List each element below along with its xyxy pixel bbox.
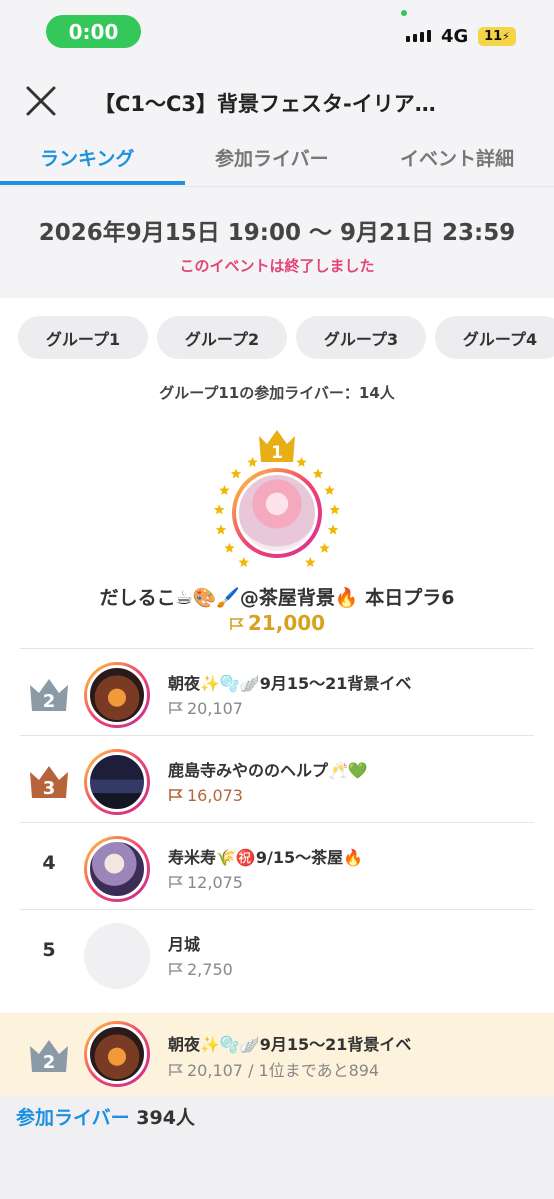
avatar[interactable]: [84, 662, 150, 728]
tab-bar: ランキング 参加ライバー イベント詳細: [0, 140, 554, 186]
liver-name: 鹿島寺みやののヘルプ🥂💚: [168, 761, 368, 780]
active-tab-indicator: [0, 181, 185, 185]
liver-points: 2,750: [168, 960, 233, 979]
flag-icon: [169, 963, 183, 975]
network-type: 4G: [441, 26, 469, 47]
participant-summary: 参加ライバー 394人: [16, 1103, 195, 1130]
flag-icon: [169, 702, 183, 714]
liver-points: 16,073: [168, 786, 243, 805]
liver-name: 月城: [168, 935, 201, 954]
silver-crown-icon: 2: [30, 679, 68, 712]
rank-number: 4: [42, 852, 56, 874]
page-title: 【C1〜C3】背景フェスタ-イリア…: [94, 92, 436, 116]
tab-event-details[interactable]: イベント詳細: [400, 144, 514, 171]
flag-icon: [230, 618, 244, 630]
my-ranking-row[interactable]: 2 朝夜✨🫧🪽9月15〜21背景イベ 20,107 / 1位まであと894: [0, 1013, 554, 1095]
liver-points: 20,107: [168, 699, 243, 718]
status-bar: 0:00 4G 11 ⚡: [0, 0, 554, 64]
battery-icon: 11 ⚡: [478, 27, 516, 46]
group-selector[interactable]: グループ1 グループ2 グループ3 グループ4: [18, 316, 554, 360]
ranking-row[interactable]: 4 寿米寿🌾㊗️9/15〜茶屋🔥 12,075: [0, 822, 554, 909]
group-chip-4[interactable]: グループ4: [435, 316, 554, 359]
avatar-placeholder[interactable]: [84, 923, 150, 989]
close-button[interactable]: [24, 84, 58, 118]
bronze-crown-icon: 3: [30, 766, 68, 799]
close-icon: [26, 86, 56, 116]
svg-text:2: 2: [43, 1052, 56, 1073]
event-dates: 2026年9月15日 19:00 〜 9月21日 23:59: [38, 220, 516, 246]
first-place-name: だしるこ☕🎨🖌️@茶屋背景🔥 本日プラ6: [99, 587, 455, 609]
first-place[interactable]: 1 だしるこ☕🎨🖌️@茶屋背景🔥 本日プラ6 21,000: [0, 428, 554, 638]
my-name: 朝夜✨🫧🪽9月15〜21背景イベ: [168, 1035, 412, 1054]
flag-icon: [169, 1064, 183, 1076]
event-period: 2026年9月15日 19:00 〜 9月21日 23:59 このイベントは終了…: [0, 186, 554, 298]
participants-link[interactable]: 参加ライバー: [16, 1107, 130, 1129]
group-chip-2[interactable]: グループ2: [157, 316, 287, 359]
battery-level: 11: [484, 29, 503, 44]
liver-name: 寿米寿🌾㊗️9/15〜茶屋🔥: [168, 848, 364, 867]
gold-crown-icon: 1: [259, 430, 295, 463]
first-place-points: 21,000: [0, 611, 554, 635]
avatar[interactable]: [84, 1021, 150, 1087]
svg-text:2: 2: [43, 691, 56, 712]
signal-icon: [406, 30, 431, 42]
silver-crown-icon: 2: [30, 1040, 68, 1073]
ranking-row[interactable]: 5 月城 2,750: [0, 909, 554, 996]
avatar[interactable]: [84, 836, 150, 902]
status-time: 0:00: [46, 15, 141, 48]
participant-count: 394人: [136, 1107, 195, 1129]
group-participant-count: グループ11の参加ライバー：14人: [159, 384, 395, 402]
tab-participants[interactable]: 参加ライバー: [215, 144, 329, 171]
header: 【C1〜C3】背景フェスタ-イリア… ランキング 参加ライバー イベント詳細: [0, 64, 554, 186]
ranking-panel: グループ1 グループ2 グループ3 グループ4 グループ11の参加ライバー：14…: [0, 298, 554, 1095]
flag-icon: [169, 876, 183, 888]
svg-text:3: 3: [43, 778, 56, 799]
avatar[interactable]: [84, 749, 150, 815]
rank-number: 5: [42, 939, 56, 961]
first-place-avatar[interactable]: [232, 468, 322, 558]
liver-points: 12,075: [168, 873, 243, 892]
liver-name: 朝夜✨🫧🪽9月15〜21背景イベ: [168, 674, 412, 693]
group-chip-1[interactable]: グループ1: [18, 316, 148, 359]
my-points: 20,107 / 1位まであと894: [168, 1057, 379, 1081]
svg-text:1: 1: [271, 443, 283, 463]
flag-icon: [169, 789, 183, 801]
event-ended-notice: このイベントは終了しました: [179, 257, 375, 275]
tab-ranking[interactable]: ランキング: [40, 144, 134, 171]
group-chip-3[interactable]: グループ3: [296, 316, 426, 359]
ranking-row[interactable]: 2 朝夜✨🫧🪽9月15〜21背景イベ 20,107: [0, 648, 554, 735]
privacy-indicator-icon: [401, 10, 407, 16]
ranking-row[interactable]: 3 鹿島寺みやののヘルプ🥂💚 16,073: [0, 735, 554, 822]
